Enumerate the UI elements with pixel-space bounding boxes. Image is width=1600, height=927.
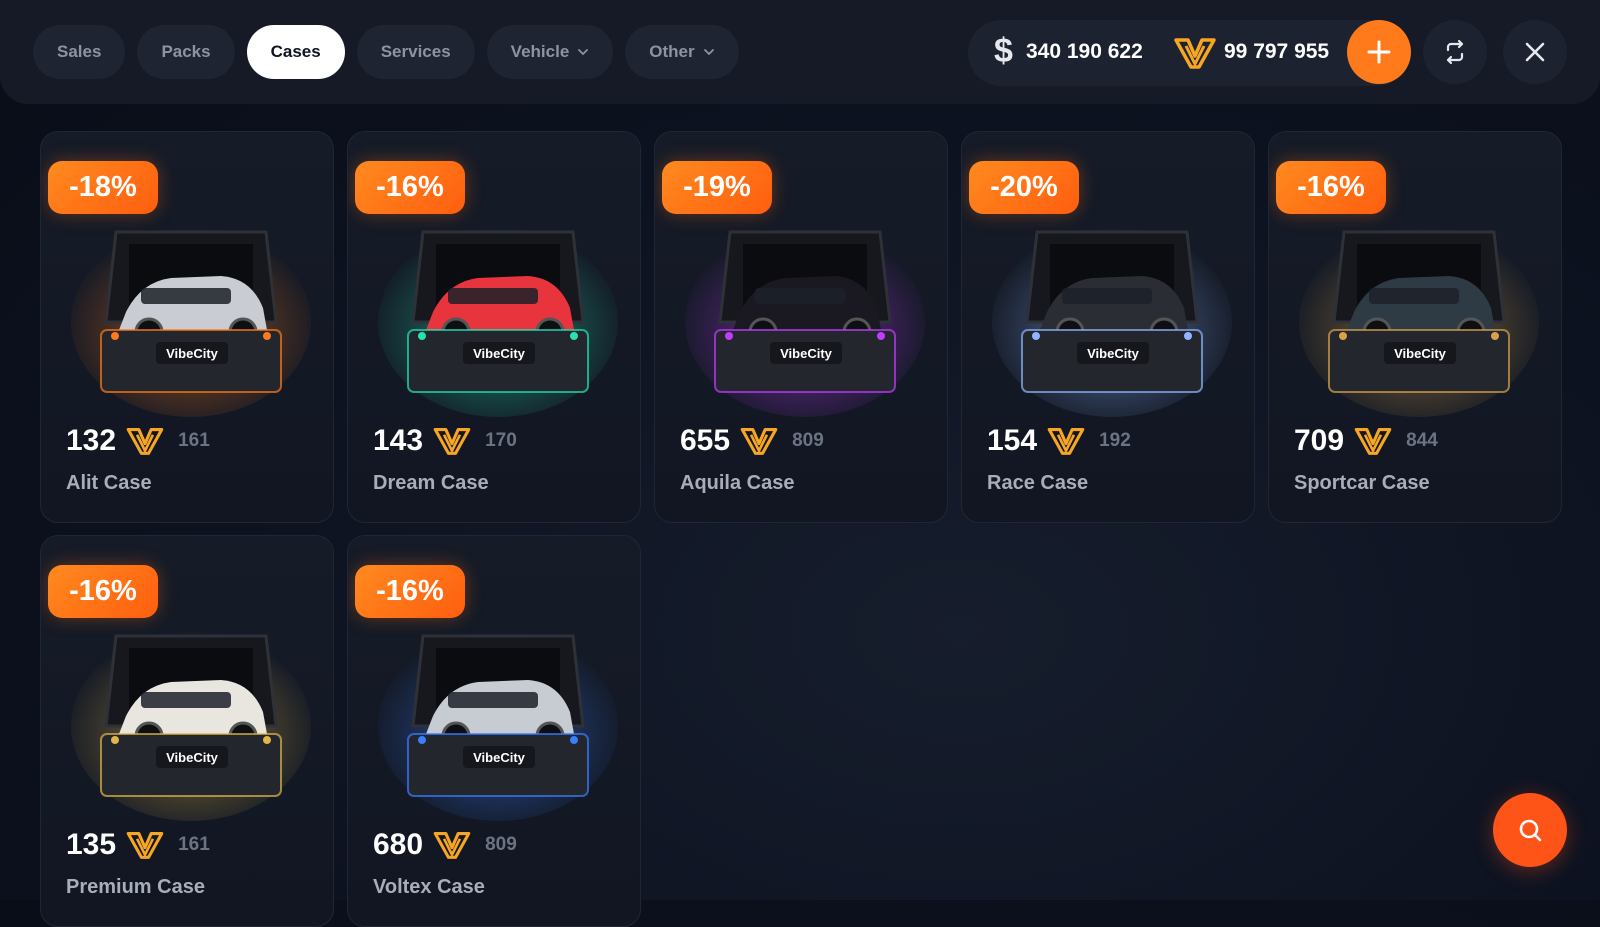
category-tabs: Sales Packs Cases Services Vehicle Other (33, 25, 739, 79)
coin-balance: 99 797 955 (1224, 40, 1330, 63)
vibecity-coin-icon (126, 831, 164, 859)
discount-label: -19% (683, 171, 751, 203)
case-price: 680 (373, 828, 424, 861)
top-bar: Sales Packs Cases Services Vehicle Other… (0, 0, 1600, 104)
case-price: 143 (373, 424, 424, 457)
vibecity-coin-icon (433, 831, 471, 859)
case-logo-text: VibeCity (473, 346, 526, 361)
refresh-icon (1446, 39, 1464, 65)
case-card[interactable]: VibeCity -16% 135 161 Premium Case (40, 535, 334, 927)
discount-badge: -18% (48, 161, 158, 214)
vibecity-coin-icon (740, 427, 778, 455)
add-funds-button[interactable] (1347, 20, 1411, 84)
tab-packs[interactable]: Packs (137, 25, 235, 79)
case-image: VibeCity (1299, 227, 1539, 417)
discount-badge: -16% (48, 565, 158, 618)
vibecity-coin-icon (1354, 427, 1392, 455)
case-name: Dream Case (373, 472, 489, 494)
dollar-icon: $ (994, 32, 1013, 70)
case-logo-text: VibeCity (166, 346, 219, 361)
case-image: VibeCity (71, 227, 311, 417)
tab-cases[interactable]: Cases (246, 25, 345, 79)
tab-label: Services (380, 42, 451, 61)
case-logo-text: VibeCity (1087, 346, 1140, 361)
vibecity-coin-icon (1047, 427, 1085, 455)
price-row: 709 844 (1294, 424, 1438, 458)
search-icon (1519, 819, 1542, 842)
case-price: 154 (987, 424, 1038, 457)
discount-badge: -20% (969, 161, 1079, 214)
tab-other[interactable]: Other (625, 25, 739, 79)
case-name: Voltex Case (373, 876, 485, 898)
cash-balance: 340 190 622 (1026, 40, 1143, 63)
case-price: 135 (66, 828, 117, 861)
discount-badge: -16% (1276, 161, 1386, 214)
case-card[interactable]: VibeCity -16% 709 844 Sportcar Case (1268, 131, 1562, 523)
case-name: Alit Case (66, 472, 152, 494)
old-price: 170 (485, 430, 517, 451)
price-row: 132 161 (66, 424, 210, 458)
discount-badge: -19% (662, 161, 772, 214)
case-card[interactable]: VibeCity -18% 132 161 Alit Case (40, 131, 334, 523)
price-row: 154 192 (987, 424, 1131, 458)
close-icon (1525, 42, 1545, 62)
case-name: Aquila Case (680, 472, 795, 494)
tab-vehicle[interactable]: Vehicle (486, 25, 614, 79)
case-card[interactable]: VibeCity -20% 154 192 Race Case (961, 131, 1255, 523)
tab-label: Cases (270, 42, 321, 61)
discount-badge: -16% (355, 161, 465, 214)
case-price: 709 (1294, 424, 1345, 457)
case-card[interactable]: VibeCity -16% 680 809 Voltex Case (347, 535, 641, 927)
case-image: VibeCity (378, 631, 618, 821)
case-name: Premium Case (66, 876, 205, 898)
old-price: 192 (1099, 430, 1131, 451)
old-price: 161 (178, 430, 210, 451)
old-price: 161 (178, 834, 210, 855)
discount-label: -16% (376, 171, 444, 203)
old-price: 844 (1406, 430, 1438, 451)
case-logo-text: VibeCity (1394, 346, 1447, 361)
discount-label: -20% (990, 171, 1058, 203)
old-price: 809 (792, 430, 824, 451)
case-image: VibeCity (71, 631, 311, 821)
case-logo-text: VibeCity (166, 750, 219, 765)
discount-label: -16% (1297, 171, 1365, 203)
tab-label: Other (649, 42, 695, 61)
tab-label: Vehicle (510, 42, 570, 61)
case-image: VibeCity (992, 227, 1232, 417)
discount-label: -16% (69, 575, 137, 607)
vibecity-coin-icon (1174, 38, 1216, 69)
price-row: 143 170 (373, 424, 517, 458)
case-card[interactable]: VibeCity -16% 143 170 Dream Case (347, 131, 641, 523)
old-price: 809 (485, 834, 517, 855)
plus-icon (1367, 40, 1391, 64)
discount-badge: -16% (355, 565, 465, 618)
case-price: 132 (66, 424, 117, 457)
tab-label: Sales (57, 42, 102, 61)
case-name: Sportcar Case (1294, 472, 1430, 494)
case-card[interactable]: VibeCity -19% 655 809 Aquila Case (654, 131, 948, 523)
refresh-button[interactable] (1423, 20, 1487, 84)
case-price: 655 (680, 424, 731, 457)
price-row: 655 809 (680, 424, 824, 458)
chevron-down-icon (703, 49, 714, 55)
close-button[interactable] (1503, 20, 1567, 84)
case-logo-text: VibeCity (780, 346, 833, 361)
tab-label: Packs (161, 42, 211, 61)
balance-panel: $ 340 190 622 99 797 955 (968, 20, 1410, 86)
case-image: VibeCity (685, 227, 925, 417)
tab-services[interactable]: Services (356, 25, 475, 79)
search-button[interactable] (1493, 793, 1567, 867)
case-logo-text: VibeCity (473, 750, 526, 765)
vibecity-coin-icon (126, 427, 164, 455)
price-row: 135 161 (66, 828, 210, 862)
discount-label: -16% (376, 575, 444, 607)
chevron-down-icon (578, 49, 589, 55)
case-name: Race Case (987, 472, 1089, 494)
vibecity-coin-icon (433, 427, 471, 455)
tab-sales[interactable]: Sales (33, 25, 126, 79)
price-row: 680 809 (373, 828, 517, 862)
discount-label: -18% (69, 171, 137, 203)
case-image: VibeCity (378, 227, 618, 417)
